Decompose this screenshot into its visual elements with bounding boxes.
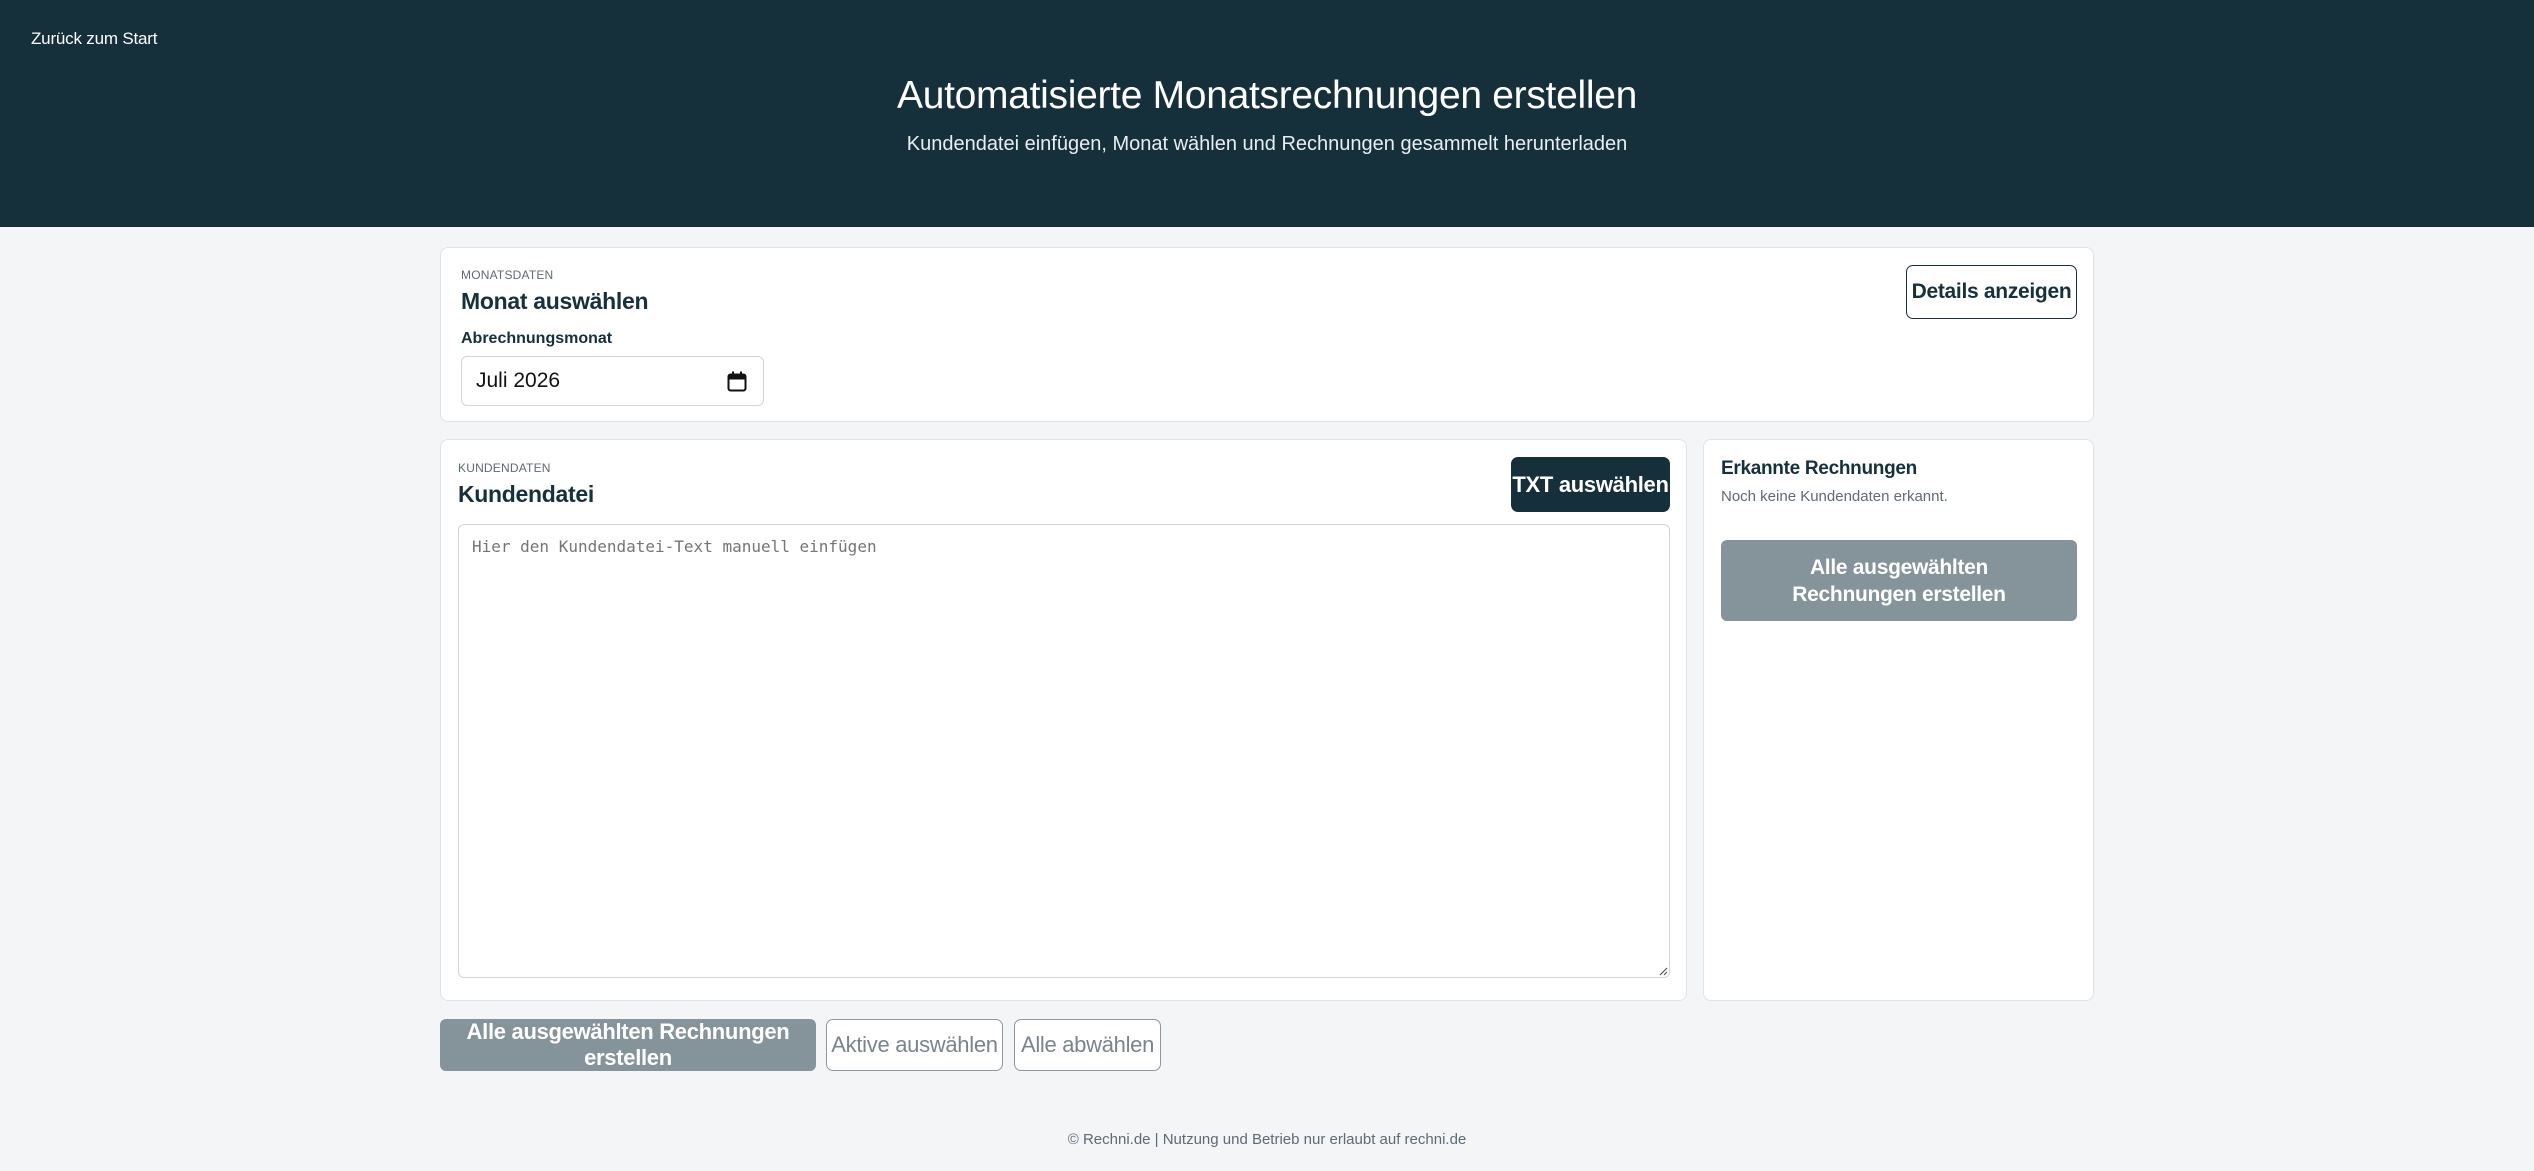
create-all-invoices-side-button[interactable]: Alle ausgewählten Rechnungen erstellen: [1721, 540, 2077, 621]
page-header: Zurück zum Start Automatisierte Monatsre…: [0, 0, 2534, 227]
invoices-card: Erkannte Rechnungen Noch keine Kundendat…: [1703, 439, 2094, 1001]
customer-card: KUNDENDATEN Kundendatei TXT auswählen: [440, 439, 1687, 1001]
invoices-empty-text: Noch keine Kundendaten erkannt.: [1721, 488, 1948, 505]
billing-month-label: Abrechnungsmonat: [461, 330, 613, 347]
month-card-title: Monat auswählen: [461, 288, 649, 314]
billing-month-value: Juli 2026: [476, 369, 561, 392]
select-active-button[interactable]: Aktive auswählen: [826, 1019, 1003, 1071]
page-subtitle: Kundendatei einfügen, Monat wählen und R…: [906, 133, 1628, 155]
billing-month-input[interactable]: Juli 2026: [461, 356, 764, 406]
month-card-eyebrow: MONATSDATEN: [461, 268, 554, 282]
back-to-start-link[interactable]: Zurück zum Start: [31, 29, 157, 49]
deselect-all-button[interactable]: Alle abwählen: [1014, 1019, 1161, 1071]
details-button[interactable]: Details anzeigen: [1906, 265, 2077, 319]
create-all-invoices-button[interactable]: Alle ausgewählten Rechnungen erstellen: [440, 1019, 816, 1071]
customer-card-eyebrow: KUNDENDATEN: [458, 461, 551, 475]
month-card: MONATSDATEN Monat auswählen Abrechnungsm…: [440, 247, 2094, 422]
txt-select-button[interactable]: TXT auswählen: [1511, 457, 1670, 512]
customer-text-input[interactable]: [458, 524, 1670, 978]
calendar-icon[interactable]: [727, 371, 747, 392]
invoices-card-title: Erkannte Rechnungen: [1721, 458, 1917, 479]
resize-handle-icon[interactable]: [1658, 966, 1668, 976]
page-title: Automatisierte Monatsrechnungen erstelle…: [897, 74, 1637, 117]
footer-text: © Rechni.de | Nutzung und Betrieb nur er…: [1067, 1131, 1467, 1148]
customer-card-title: Kundendatei: [458, 481, 594, 507]
